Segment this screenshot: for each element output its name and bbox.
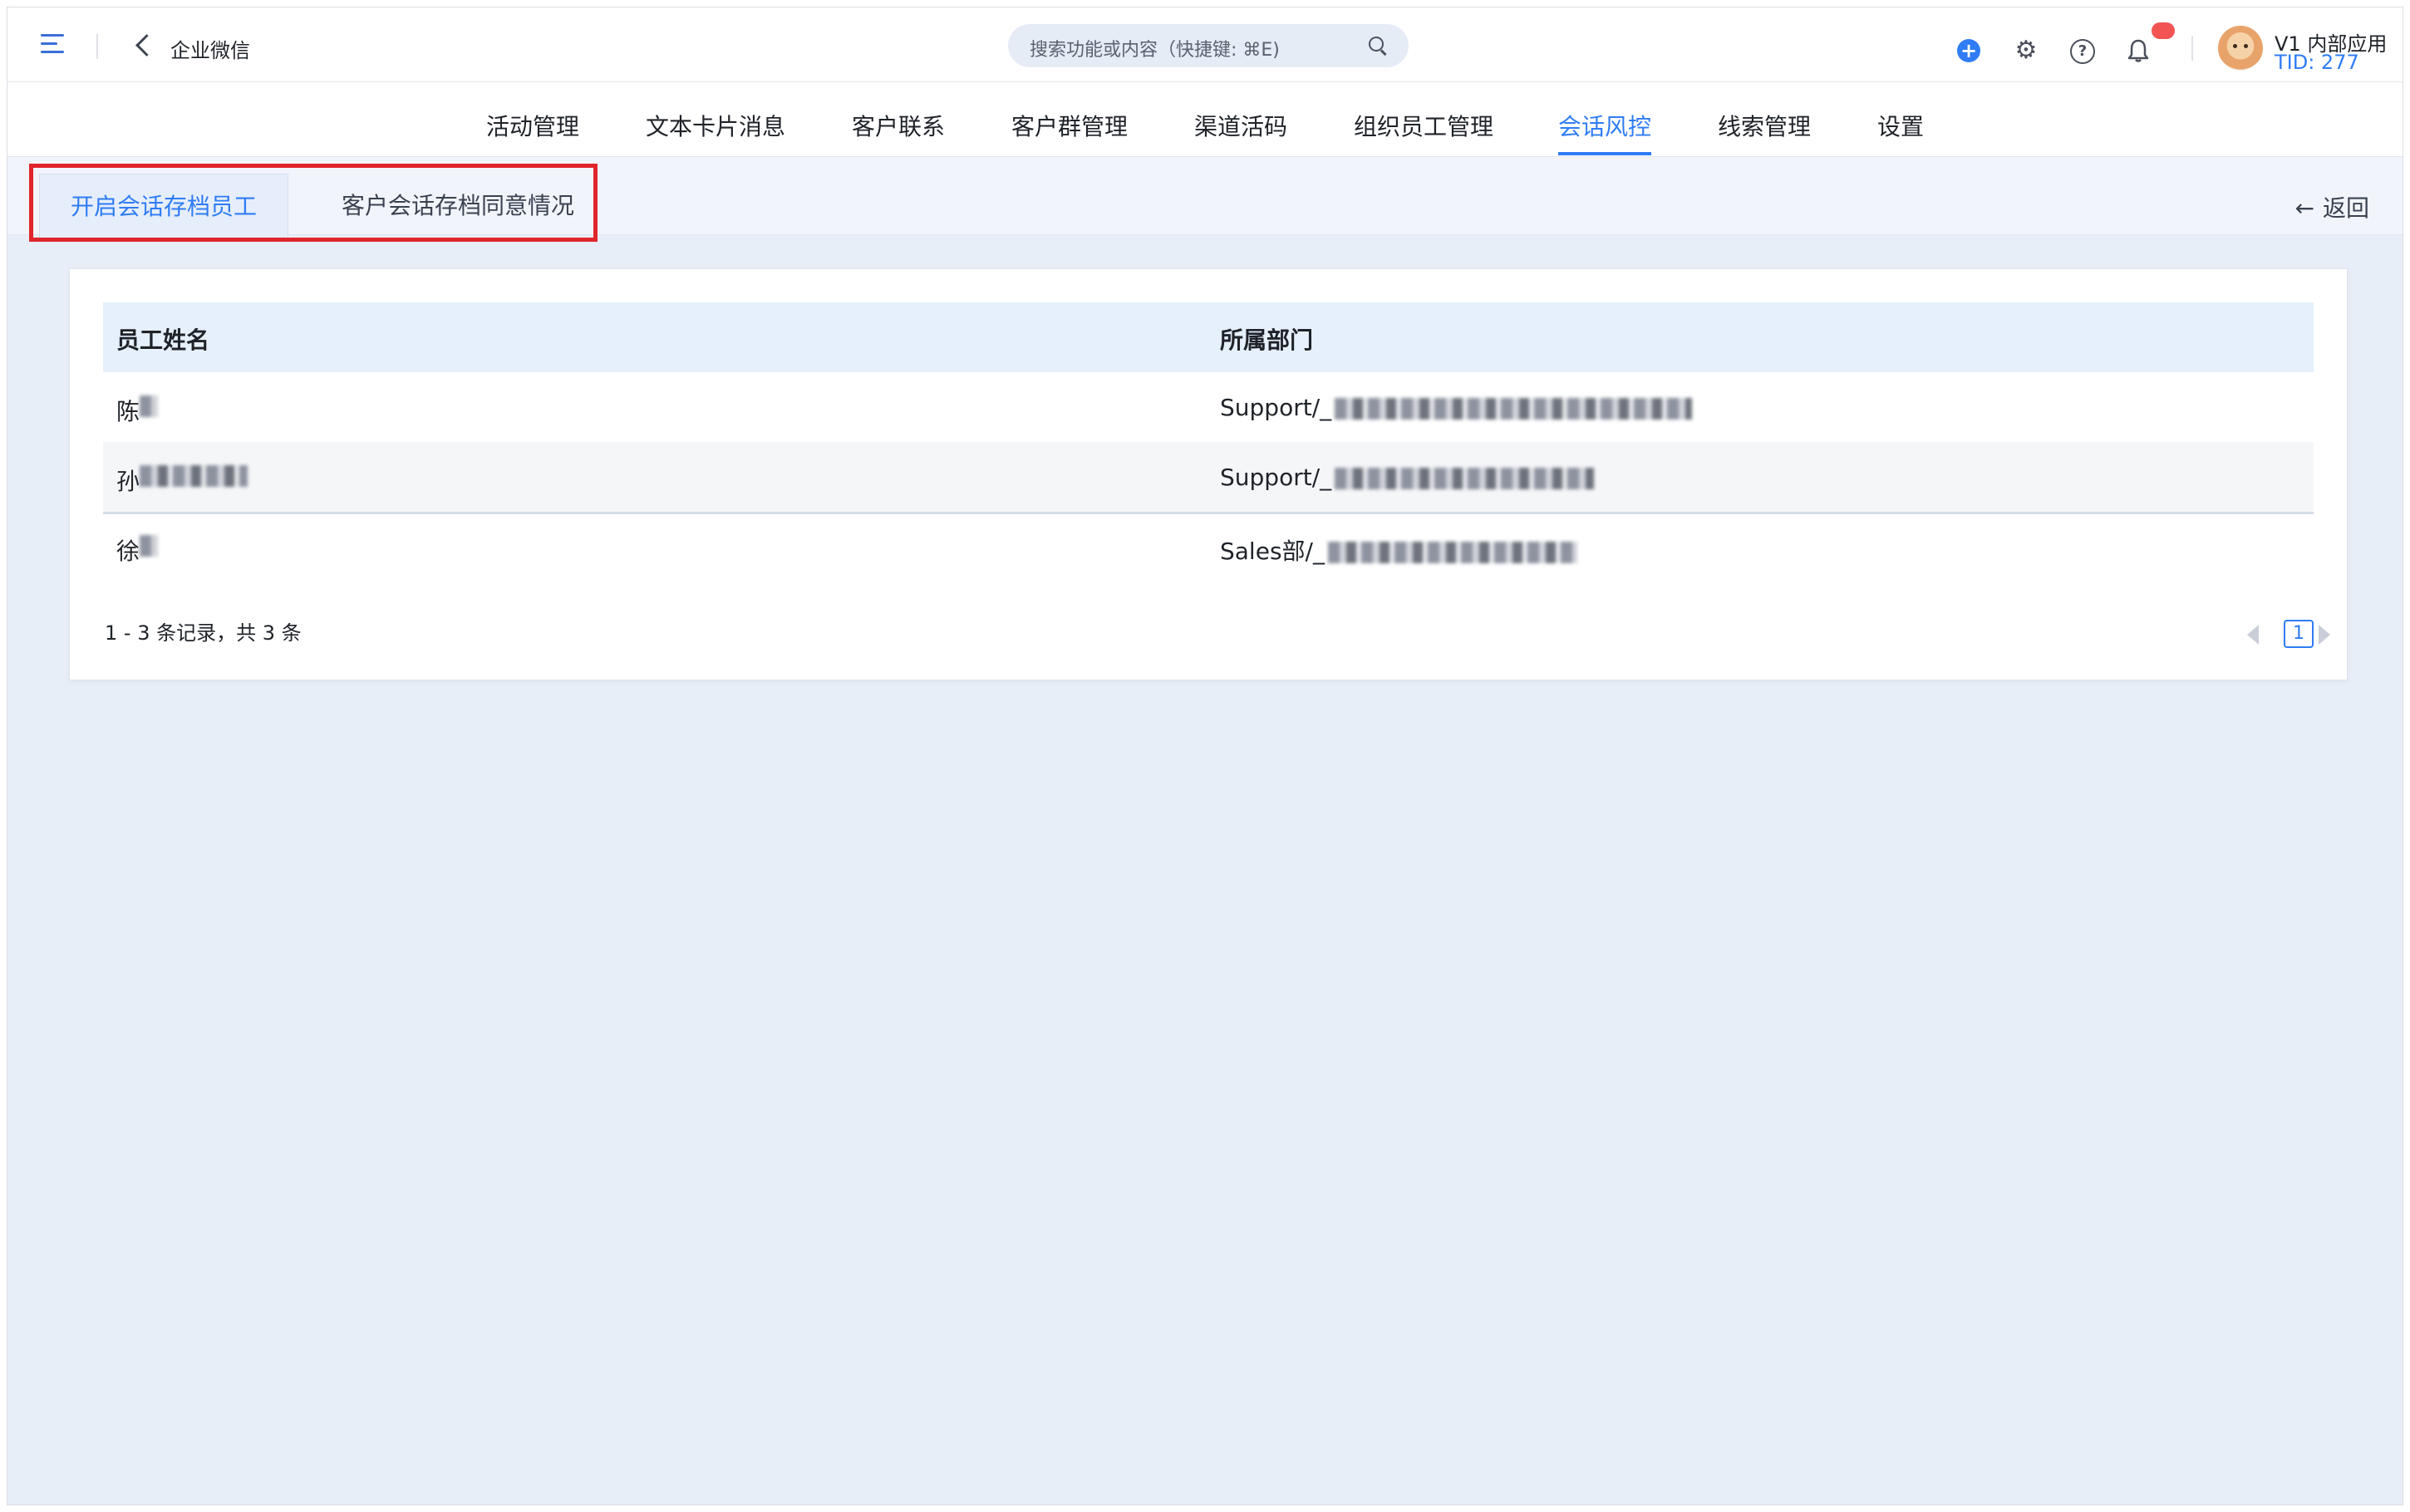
next-page-icon[interactable]: [2319, 625, 2330, 645]
table-row[interactable]: 徐 Sales部/_: [103, 512, 2314, 582]
redacted-text: [1335, 398, 1693, 420]
cell-department: Support/_: [1220, 394, 1693, 421]
app-window: 企业微信 搜索功能或内容（快捷键: ⌘E) + ⚙ ? V1 内部应用 TID:…: [7, 7, 2403, 1505]
sub-tabs: 开启会话存档员工 客户会话存档同意情况 ← 返回: [7, 157, 2403, 242]
column-header-department: 所属部门: [1220, 326, 1314, 354]
add-icon[interactable]: +: [1957, 39, 1980, 62]
nav-item-channel-code[interactable]: 渠道活码: [1194, 109, 1287, 142]
column-header-name: 员工姓名: [116, 326, 210, 354]
redacted-text: [1335, 468, 1595, 489]
staff-table: 员工姓名 所属部门 陈 Support/_ 孙 Support/_ 徐 Sale…: [103, 302, 2314, 582]
redacted-text: [140, 535, 159, 557]
nav-item-activity[interactable]: 活动管理: [486, 109, 579, 142]
avatar[interactable]: [2218, 26, 2263, 71]
tab-customer-consent[interactable]: 客户会话存档同意情况: [342, 174, 574, 238]
search-icon[interactable]: [1369, 37, 1384, 52]
search-input[interactable]: 搜索功能或内容（快捷键: ⌘E): [1008, 24, 1409, 67]
help-icon[interactable]: ?: [2070, 39, 2095, 64]
search-placeholder: 搜索功能或内容（快捷键: ⌘E): [1030, 40, 1280, 61]
top-bar: 企业微信 搜索功能或内容（快捷键: ⌘E) + ⚙ ? V1 内部应用 TID:…: [7, 7, 2403, 82]
back-chevron-icon[interactable]: [135, 34, 158, 56]
app-title: 企业微信: [170, 39, 250, 62]
arrow-left-icon: ←: [2294, 194, 2314, 222]
cell-department: Sales部/_: [1220, 533, 1577, 567]
page-number-button[interactable]: 1: [2284, 620, 2314, 648]
cell-name: 徐: [116, 533, 159, 567]
gear-icon[interactable]: ⚙: [2013, 37, 2039, 64]
staff-table-card: 员工姓名 所属部门 陈 Support/_ 孙 Support/_ 徐 Sale…: [69, 268, 2348, 680]
active-tab-indicator: [1558, 152, 1651, 155]
redacted-text: [140, 395, 159, 417]
cell-name: 陈: [116, 394, 159, 427]
return-label: 返回: [2322, 194, 2369, 222]
record-count: 1 - 3 条记录，共 3 条: [105, 621, 302, 645]
hamburger-menu-icon[interactable]: [41, 32, 67, 56]
redacted-text: [140, 465, 248, 487]
divider: [2191, 36, 2193, 61]
return-button[interactable]: ← 返回: [2295, 190, 2369, 223]
nav-item-text-card[interactable]: 文本卡片消息: [646, 109, 785, 142]
cell-name: 孙: [116, 464, 248, 497]
nav-item-customer-contact[interactable]: 客户联系: [852, 109, 945, 142]
nav-item-leads[interactable]: 线索管理: [1718, 109, 1811, 142]
nav-item-session-risk[interactable]: 会话风控: [1558, 109, 1651, 142]
prev-page-icon[interactable]: [2247, 625, 2259, 645]
divider: [96, 34, 98, 59]
nav-item-customer-group[interactable]: 客户群管理: [1011, 109, 1128, 142]
tenant-id: TID: 277: [2275, 51, 2359, 74]
redacted-text: [1327, 542, 1577, 563]
notification-badge: [2152, 22, 2175, 39]
table-row[interactable]: 陈 Support/_: [103, 372, 2314, 442]
nav-item-settings[interactable]: 设置: [1877, 109, 1924, 142]
table-row[interactable]: 孙 Support/_: [103, 442, 2314, 512]
table-header: 员工姓名 所属部门: [103, 302, 2314, 372]
table-divider: [103, 512, 2314, 514]
tab-archive-staff[interactable]: 开启会话存档员工: [39, 174, 288, 238]
main-nav: 活动管理 文本卡片消息 客户联系 客户群管理 渠道活码 组织员工管理 会话风控 …: [7, 82, 2403, 157]
cell-department: Support/_: [1220, 464, 1595, 491]
nav-item-org-staff[interactable]: 组织员工管理: [1354, 109, 1493, 142]
bell-icon[interactable]: [2125, 37, 2152, 64]
pagination: 1: [2247, 616, 2330, 650]
